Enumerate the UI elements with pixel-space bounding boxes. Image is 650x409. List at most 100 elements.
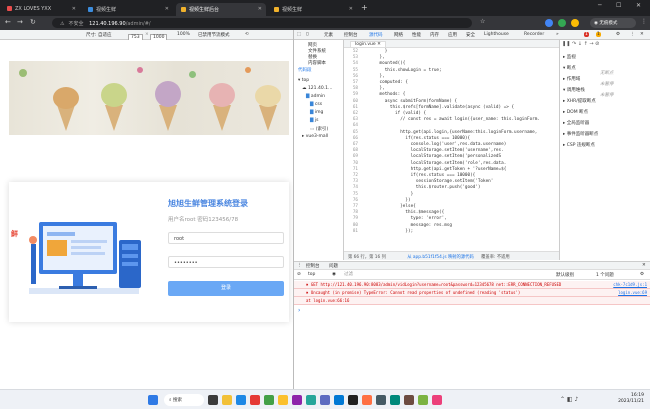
tab-security[interactable]: 安全 <box>466 32 475 38</box>
app-icon[interactable] <box>306 395 316 405</box>
password-field[interactable]: •••••••• <box>168 256 284 268</box>
minimize-icon[interactable]: ─ <box>598 2 602 9</box>
source-map-link[interactable]: 从 app.b51f1f54.js 映射的源代码 <box>407 255 473 260</box>
console-source-link[interactable]: login.vue:69 <box>618 290 647 295</box>
zoom-dropdown[interactable]: 100% <box>177 32 190 37</box>
menu-icon[interactable]: ⋮ <box>641 18 647 25</box>
device-dims-dropdown[interactable]: 尺寸: 自适应 <box>86 32 111 38</box>
forward-icon[interactable]: → <box>17 18 23 26</box>
debugger-section-header[interactable]: ▾ 断点 <box>563 65 576 71</box>
app-icon[interactable] <box>376 395 386 405</box>
close-icon[interactable]: ✕ <box>377 42 381 47</box>
step-icon[interactable]: → <box>589 41 593 47</box>
close-icon[interactable]: ✕ <box>258 6 262 12</box>
tab-network[interactable]: 网络 <box>394 32 403 38</box>
app-icon[interactable] <box>390 395 400 405</box>
rotate-icon[interactable]: ⟲ <box>245 32 249 37</box>
tree-vue3-mall[interactable]: ▸ vue3-mall <box>302 134 328 139</box>
throttle-dropdown[interactable]: 已禁用节流模式 <box>198 32 230 38</box>
debugger-section-header[interactable]: ▸ 事件监听器断点 <box>563 131 598 137</box>
debugger-section-header[interactable]: ▸ 监视 <box>563 54 576 60</box>
tree-css[interactable]: ▇ css <box>310 102 322 107</box>
drawer-tab-console[interactable]: 控制台 <box>306 263 320 269</box>
tree-img[interactable]: ▇ img <box>310 110 323 115</box>
log-levels-dropdown[interactable]: 默认级别 <box>556 272 574 278</box>
console-settings-icon[interactable]: ⚙ <box>640 272 644 277</box>
tab-1[interactable]: ZX LOVES YXX ✕ <box>2 3 80 16</box>
back-icon[interactable]: ← <box>5 18 11 26</box>
code-content[interactable]: 52 } 53 }, 54 mounted(){55 this.showLogin … <box>344 49 559 249</box>
tab-2[interactable]: 视频生鲜 ✕ <box>83 3 173 16</box>
debugger-section-header[interactable]: ▸ 作用域 <box>563 76 580 82</box>
extension-icon[interactable] <box>545 19 553 27</box>
step-into-icon[interactable]: ↓ <box>578 41 582 47</box>
tab-recorder[interactable]: Recorder <box>524 32 544 37</box>
reload-icon[interactable]: ↻ <box>30 18 36 26</box>
app-icon[interactable] <box>418 395 428 405</box>
editor-file-tab[interactable]: login.vue ✕ <box>350 41 386 47</box>
close-icon[interactable]: ✕ <box>642 263 646 268</box>
error-count-badge[interactable]: 1 <box>584 32 589 37</box>
tree-host[interactable]: ☁ 121.40.1… <box>302 86 332 91</box>
chrome-icon[interactable] <box>278 395 288 405</box>
close-icon[interactable]: ✕ <box>165 6 169 12</box>
taskbar-clock[interactable]: 16:19 2023/11/21 <box>618 393 644 405</box>
nav-snippets[interactable]: 代码段 <box>298 67 312 73</box>
debugger-section-header[interactable]: ▸ CSP 违规断点 <box>563 142 595 148</box>
eye-icon[interactable]: ◉ <box>332 272 336 277</box>
console-prompt[interactable]: › <box>298 307 300 314</box>
file-explorer-icon[interactable] <box>222 395 232 405</box>
warning-count-badge[interactable]: 1 <box>596 32 601 37</box>
task-view-icon[interactable] <box>208 395 218 405</box>
login-button[interactable]: 登录 <box>168 281 284 296</box>
app-icon[interactable] <box>264 395 274 405</box>
debugger-section-header[interactable]: ▾ 调用堆栈 <box>563 87 585 93</box>
extension-icon[interactable] <box>558 19 566 27</box>
drawer-menu-icon[interactable]: ⋮ <box>297 263 302 268</box>
app-icon[interactable] <box>404 395 414 405</box>
terminal-icon[interactable] <box>348 395 358 405</box>
settings-gear-icon[interactable]: ⚙ <box>616 32 620 37</box>
incognito-badge[interactable]: ◉ 无痕模式 <box>590 18 636 28</box>
app-icon[interactable] <box>320 395 330 405</box>
context-dropdown[interactable]: top <box>308 272 315 277</box>
start-menu-icon[interactable] <box>148 395 158 405</box>
close-icon[interactable]: ✕ <box>349 6 353 12</box>
maximize-icon[interactable]: ☐ <box>616 2 621 9</box>
new-tab-icon[interactable]: + <box>361 3 368 12</box>
tab-lighthouse[interactable]: Lighthouse <box>484 32 509 37</box>
tab-elements[interactable]: 元素 <box>324 32 333 38</box>
debugger-section-header[interactable]: ▸ 全局监听器 <box>563 120 589 126</box>
taskbar-search[interactable]: ⌕ 搜索 <box>164 394 204 406</box>
app-icon[interactable] <box>292 395 302 405</box>
tree-index[interactable]: ▭ (索引) <box>310 126 328 132</box>
tree-top[interactable]: ▾ top <box>298 78 309 83</box>
pause-icon[interactable]: ❚❚ <box>562 41 570 47</box>
clear-console-icon[interactable]: ⊘ <box>297 272 301 277</box>
tab-4[interactable]: 视频生鲜 ✕ <box>269 3 357 16</box>
step-out-icon[interactable]: ↑ <box>584 41 588 47</box>
tab-application[interactable]: 应用 <box>448 32 457 38</box>
line-number[interactable]: 81 <box>344 229 358 235</box>
inspect-icon[interactable]: ⬚ <box>297 32 301 37</box>
url-bar[interactable]: ⚠ 不安全 121.40.196.90/admin/#/ <box>52 18 472 28</box>
tab-performance[interactable]: 性能 <box>412 32 421 38</box>
console-filter-input[interactable]: 过滤 <box>342 271 442 278</box>
debugger-section-header[interactable]: ▸ DOM 断点 <box>563 109 588 115</box>
app-icon[interactable] <box>362 395 372 405</box>
drawer-tab-issues[interactable]: 问题 <box>329 263 338 269</box>
deactivate-breakpoints-icon[interactable]: ⊘ <box>595 41 599 47</box>
edge-icon[interactable] <box>236 395 246 405</box>
bookmark-star-icon[interactable]: ☆ <box>480 18 485 25</box>
debugger-section-header[interactable]: ▸ XHR/提取断点 <box>563 98 596 104</box>
tree-admin[interactable]: ▇ admin <box>306 94 325 99</box>
vscode-icon[interactable] <box>334 395 344 405</box>
nav-content-scripts[interactable]: 内容脚本 <box>308 60 326 66</box>
kebab-menu-icon[interactable]: ⋮ <box>630 32 635 37</box>
step-over-icon[interactable]: ↷ <box>572 41 576 47</box>
issues-count[interactable]: 1 个问题 <box>596 272 614 278</box>
console-source-link[interactable]: chk-7c1d9.js:1 <box>613 282 647 287</box>
app-icon[interactable] <box>432 395 442 405</box>
more-tabs-icon[interactable]: » <box>556 32 559 37</box>
tab-sources[interactable]: 源代码 <box>369 32 383 38</box>
